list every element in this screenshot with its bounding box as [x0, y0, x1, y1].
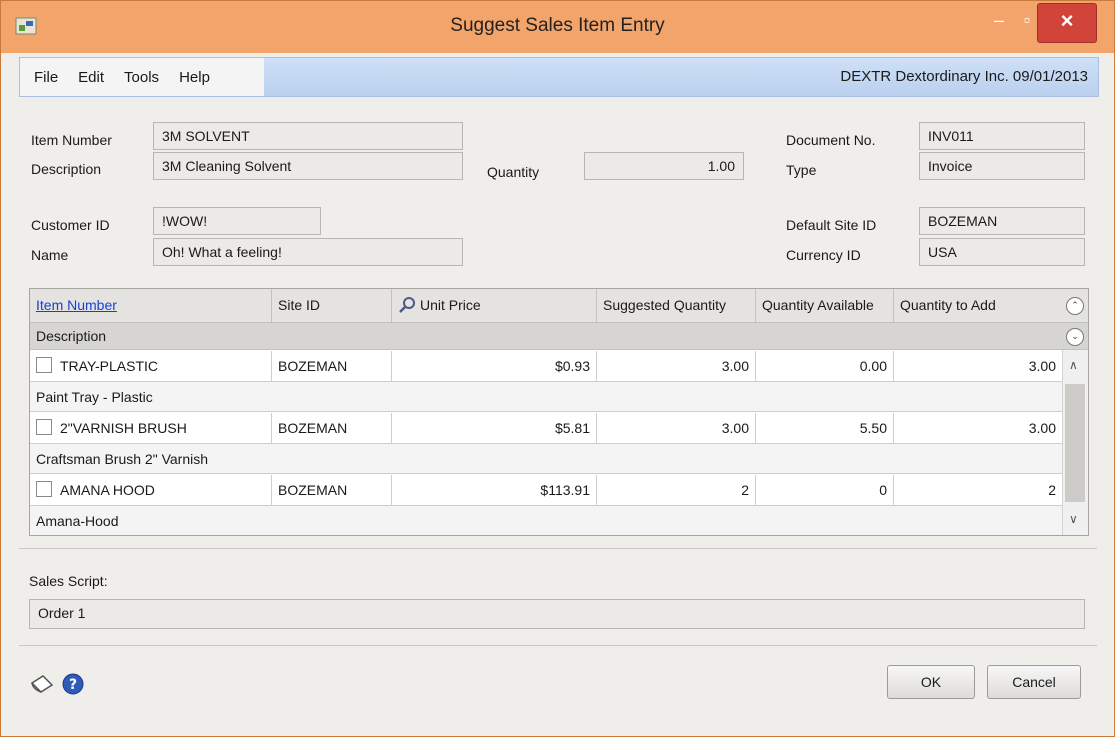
cell-price: $0.93 — [392, 351, 597, 381]
scroll-down-icon[interactable]: ∨ — [1069, 512, 1078, 526]
cell-price: $5.81 — [392, 413, 597, 443]
grid-subheader: Description ⌄ — [30, 323, 1088, 350]
column-unit-price[interactable]: Unit Price — [392, 289, 597, 322]
note-icon[interactable] — [29, 673, 55, 695]
scrollbar-thumb[interactable] — [1065, 384, 1085, 502]
column-site-id[interactable]: Site ID — [272, 289, 392, 322]
cell-available: 5.50 — [756, 413, 894, 443]
grid-scrollbar[interactable]: ∧ ∨ — [1062, 350, 1088, 535]
menu-file[interactable]: File — [34, 69, 58, 86]
document-no-label: Document No. — [786, 132, 876, 148]
type-field[interactable]: Invoice — [919, 152, 1085, 180]
help-icon[interactable]: ? — [61, 672, 85, 696]
cell-item: TRAY-PLASTIC — [30, 351, 272, 381]
column-quantity-to-add[interactable]: Quantity to Add — [894, 289, 1062, 322]
description-label: Description — [31, 161, 102, 177]
quantity-label: Quantity — [487, 164, 540, 180]
cell-price: $113.91 — [392, 475, 597, 505]
customer-id-label: Customer ID — [31, 217, 110, 233]
collapse-rows-icon[interactable]: ⌃ — [1066, 297, 1084, 315]
item-number-value: TRAY-PLASTIC — [60, 358, 159, 374]
close-button[interactable]: × — [1037, 3, 1097, 43]
column-quantity-available[interactable]: Quantity Available — [756, 289, 894, 322]
table-row[interactable]: 2"VARNISH BRUSH BOZEMAN $5.81 3.00 5.50 … — [30, 413, 1062, 444]
description-subheader: Description — [36, 328, 107, 344]
title-bar[interactable]: Suggest Sales Item Entry – ▫ × — [1, 1, 1114, 53]
cell-site: BOZEMAN — [272, 413, 392, 443]
menu-bar: File Edit Tools Help DEXTR Dextordinary … — [19, 57, 1099, 97]
row-description: Amana-Hood — [30, 506, 1062, 535]
suggested-items-grid: Item Number Site ID Unit Price Suggested… — [29, 288, 1089, 536]
cell-item: AMANA HOOD — [30, 475, 272, 505]
item-number-label: Item Number — [31, 132, 112, 148]
currency-field[interactable]: USA — [919, 238, 1085, 266]
sales-script-label: Sales Script: — [29, 573, 108, 589]
svg-text:?: ? — [69, 677, 77, 693]
menu-help[interactable]: Help — [179, 69, 210, 86]
cell-available: 0.00 — [756, 351, 894, 381]
item-number-sort-link[interactable]: Item Number — [36, 297, 117, 313]
window-title: Suggest Sales Item Entry — [450, 15, 665, 36]
scroll-up-icon[interactable]: ∧ — [1069, 358, 1078, 372]
currency-label: Currency ID — [786, 247, 861, 263]
cell-suggested: 3.00 — [597, 413, 756, 443]
name-field[interactable]: Oh! What a feeling! — [153, 238, 463, 266]
cell-add[interactable]: 2 — [894, 475, 1062, 505]
cell-item: 2"VARNISH BRUSH — [30, 413, 272, 443]
ok-button[interactable]: OK — [887, 665, 975, 699]
grid-header: Item Number Site ID Unit Price Suggested… — [30, 289, 1088, 323]
cell-available: 0 — [756, 475, 894, 505]
description-field[interactable]: 3M Cleaning Solvent — [153, 152, 463, 180]
sales-script-field[interactable]: Order 1 — [29, 599, 1085, 629]
cell-suggested: 3.00 — [597, 351, 756, 381]
column-item-number[interactable]: Item Number — [30, 289, 272, 322]
menu-edit[interactable]: Edit — [78, 69, 104, 86]
menu-list: File Edit Tools Help — [20, 58, 264, 96]
expand-rows-icon[interactable]: ⌄ — [1066, 328, 1084, 346]
name-label: Name — [31, 247, 69, 263]
unit-price-header-label: Unit Price — [420, 297, 481, 313]
quantity-field[interactable]: 1.00 — [584, 152, 744, 180]
item-number-value: 2"VARNISH BRUSH — [60, 420, 187, 436]
row-description: Paint Tray - Plastic — [30, 382, 1062, 412]
customer-id-field[interactable]: !WOW! — [153, 207, 321, 235]
dialog-window: Suggest Sales Item Entry – ▫ × File Edit… — [0, 0, 1115, 737]
menu-tools[interactable]: Tools — [124, 69, 159, 86]
row-checkbox[interactable] — [36, 481, 52, 497]
table-row[interactable]: AMANA HOOD BOZEMAN $113.91 2 0 2 — [30, 475, 1062, 506]
cell-site: BOZEMAN — [272, 351, 392, 381]
company-info: DEXTR Dextordinary Inc. 09/01/2013 — [840, 68, 1088, 85]
default-site-field[interactable]: BOZEMAN — [919, 207, 1085, 235]
row-checkbox[interactable] — [36, 357, 52, 373]
divider — [19, 645, 1097, 646]
type-label: Type — [786, 162, 817, 178]
cell-site: BOZEMAN — [272, 475, 392, 505]
table-row[interactable]: TRAY-PLASTIC BOZEMAN $0.93 3.00 0.00 3.0… — [30, 351, 1062, 382]
cancel-button[interactable]: Cancel — [987, 665, 1081, 699]
cell-suggested: 2 — [597, 475, 756, 505]
document-no-field[interactable]: INV011 — [919, 122, 1085, 150]
cell-add[interactable]: 3.00 — [894, 413, 1062, 443]
cell-add[interactable]: 3.00 — [894, 351, 1062, 381]
item-number-value: AMANA HOOD — [60, 482, 155, 498]
default-site-label: Default Site ID — [786, 217, 877, 233]
divider — [19, 548, 1097, 549]
column-suggested-quantity[interactable]: Suggested Quantity — [597, 289, 756, 322]
row-description: Craftsman Brush 2" Varnish — [30, 444, 1062, 474]
lookup-icon[interactable] — [398, 296, 416, 314]
row-checkbox[interactable] — [36, 419, 52, 435]
item-number-field[interactable]: 3M SOLVENT — [153, 122, 463, 150]
